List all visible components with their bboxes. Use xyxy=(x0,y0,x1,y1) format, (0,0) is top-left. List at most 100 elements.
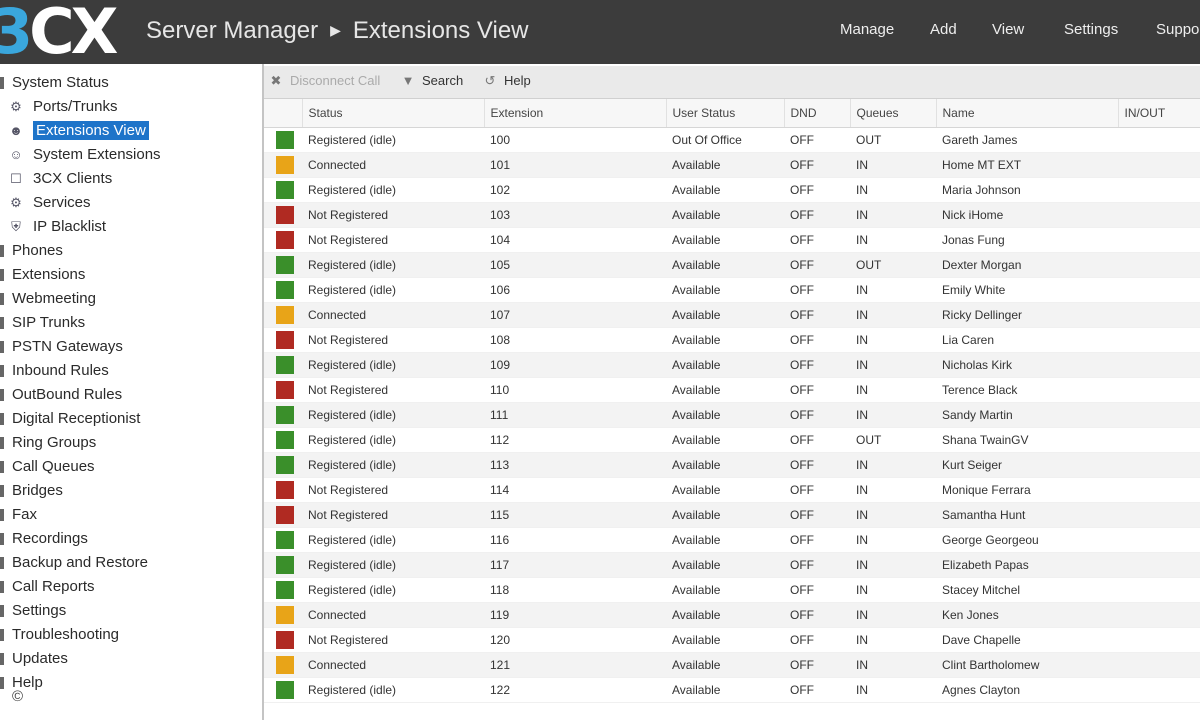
sidebar-item-fax[interactable]: Fax xyxy=(0,503,37,527)
dnd-cell: OFF xyxy=(784,377,850,403)
sidebar-item-updates[interactable]: Updates xyxy=(0,647,68,671)
table-row[interactable]: Connected 107 Available OFF IN Ricky Dellinge… xyxy=(264,302,1200,328)
table-row[interactable]: Registered (idle) 117 Available OFF IN Elizab… xyxy=(264,552,1200,578)
status-square-icon xyxy=(276,131,294,149)
sidebar-item-troubleshooting[interactable]: Troubleshooting xyxy=(0,623,119,647)
sidebar-item-3cx-clients[interactable]: ☐ 3CX Clients xyxy=(6,167,112,191)
sidebar-item-pstn-gateways[interactable]: PSTN Gateways xyxy=(0,335,123,359)
table-row[interactable]: Connected 101 Available OFF IN Home MT EXT xyxy=(264,152,1200,178)
sidebar-item-label: Webmeeting xyxy=(12,290,96,307)
logo-suffix: CX xyxy=(29,0,118,68)
name-cell: Monique Ferrara xyxy=(936,477,1118,503)
status-indicator-cell xyxy=(264,177,302,203)
sidebar-item-call-reports[interactable]: Call Reports xyxy=(0,575,95,599)
status-indicator-cell xyxy=(264,552,302,578)
sidebar-item-webmeeting[interactable]: Webmeeting xyxy=(0,287,96,311)
search-button[interactable]: ▼ Search xyxy=(400,73,464,88)
sidebar-item-extensions-view[interactable]: ☻ Extensions View xyxy=(6,119,149,143)
queues-cell: IN xyxy=(850,327,936,353)
menu-settings[interactable]: Settings xyxy=(1064,21,1118,38)
sidebar-item-extensions[interactable]: Extensions xyxy=(0,263,86,287)
status-square-icon xyxy=(276,531,294,549)
name-cell: Ken Jones xyxy=(936,602,1118,628)
user-status-cell: Available xyxy=(666,227,784,253)
table-row[interactable]: Not Registered 110 Available OFF IN Terence B… xyxy=(264,377,1200,403)
table-row[interactable]: Registered (idle) 122 Available OFF IN Agnes … xyxy=(264,677,1200,703)
sidebar-item-inbound-rules[interactable]: Inbound Rules xyxy=(0,359,109,383)
table-row[interactable]: Not Registered 120 Available OFF IN Dave Chap… xyxy=(264,627,1200,653)
table-row[interactable]: Not Registered 103 Available OFF IN Nick iHom… xyxy=(264,202,1200,228)
sidebar-item-recordings[interactable]: Recordings xyxy=(0,527,88,551)
sidebar-item-services[interactable]: ⚙ Services xyxy=(6,191,91,215)
sidebar-item-settings[interactable]: Settings xyxy=(0,599,67,623)
column-header-in-out[interactable]: IN/OUT xyxy=(1118,99,1200,128)
table-row[interactable]: Registered (idle) 116 Available OFF IN George… xyxy=(264,527,1200,553)
column-header-name[interactable]: Name xyxy=(936,99,1119,128)
table-row[interactable]: Registered (idle) 102 Available OFF IN Maria … xyxy=(264,177,1200,203)
sidebar-item-system-extensions[interactable]: ☺ System Extensions xyxy=(6,143,160,167)
sidebar-item-system-status[interactable]: System Status xyxy=(0,71,109,95)
extension-cell: 115 xyxy=(484,502,666,528)
column-header-indicator[interactable] xyxy=(264,99,303,128)
disconnect-call-button[interactable]: ✖ Disconnect Call xyxy=(268,73,381,89)
queues-cell: IN xyxy=(850,452,936,478)
dnd-cell: OFF xyxy=(784,252,850,278)
table-row[interactable]: Not Registered 108 Available OFF IN Lia Caren xyxy=(264,327,1200,353)
sidebar-item-call-queues[interactable]: Call Queues xyxy=(0,455,95,479)
column-header-dnd[interactable]: DND xyxy=(784,99,851,128)
column-header-extension[interactable]: Extension xyxy=(484,99,667,128)
name-cell: Dave Chapelle xyxy=(936,627,1118,653)
menu-view[interactable]: View xyxy=(992,21,1024,38)
dnd-cell: OFF xyxy=(784,627,850,653)
sidebar-item-ring-groups[interactable]: Ring Groups xyxy=(0,431,96,455)
table-row[interactable]: Registered (idle) 111 Available OFF IN Sandy … xyxy=(264,402,1200,428)
menu-add[interactable]: Add xyxy=(930,21,957,38)
table-row[interactable]: Connected 121 Available OFF IN Clint Bartholo… xyxy=(264,652,1200,678)
status-square-icon xyxy=(276,606,294,624)
table-row[interactable]: Connected 119 Available OFF IN Ken Jones xyxy=(264,602,1200,628)
table-row[interactable]: Registered (idle) 106 Available OFF IN Emily … xyxy=(264,277,1200,303)
status-square-icon xyxy=(276,456,294,474)
dnd-cell: OFF xyxy=(784,152,850,178)
sidebar-item-label: Settings xyxy=(12,602,67,619)
crumb-root[interactable]: Server Manager xyxy=(146,17,318,44)
help-button[interactable]: ↺ Help xyxy=(482,73,531,89)
column-header-user-status[interactable]: User Status xyxy=(666,99,785,128)
in-out-cell xyxy=(1118,177,1200,203)
sidebar-item-label: Extensions xyxy=(12,266,86,283)
status-square-icon xyxy=(276,156,294,174)
table-row[interactable]: Not Registered 115 Available OFF IN Samantha … xyxy=(264,502,1200,528)
name-cell: Agnes Clayton xyxy=(936,677,1118,703)
in-out-cell xyxy=(1118,352,1200,378)
table-row[interactable]: Registered (idle) 118 Available OFF IN Stacey… xyxy=(264,577,1200,603)
in-out-cell xyxy=(1118,152,1200,178)
table-row[interactable]: Registered (idle) 112 Available OFF OUT Shana… xyxy=(264,427,1200,453)
extension-cell: 118 xyxy=(484,577,666,603)
sidebar-item-label: Services xyxy=(33,194,91,211)
sidebar-item-sip-trunks[interactable]: SIP Trunks xyxy=(0,311,85,335)
extension-cell: 105 xyxy=(484,252,666,278)
user-status-cell: Available xyxy=(666,527,784,553)
sidebar-item-phones[interactable]: Phones xyxy=(0,239,63,263)
sidebar-item-bridges[interactable]: Bridges xyxy=(0,479,63,503)
sidebar-item-digital-receptionist[interactable]: Digital Receptionist xyxy=(0,407,140,431)
sidebar-item-ip-blacklist[interactable]: ⛨ IP Blacklist xyxy=(6,215,106,239)
table-row[interactable]: Not Registered 104 Available OFF IN Jonas Fun… xyxy=(264,227,1200,253)
sidebar-item-ports-trunks[interactable]: ⚙ Ports/Trunks xyxy=(6,95,117,119)
queues-cell: IN xyxy=(850,477,936,503)
sidebar-item-backup-and-restore[interactable]: Backup and Restore xyxy=(0,551,148,575)
extension-cell: 110 xyxy=(484,377,666,403)
column-header-status[interactable]: Status xyxy=(302,99,485,128)
table-row[interactable]: Registered (idle) 113 Available OFF IN Kurt S… xyxy=(264,452,1200,478)
table-row[interactable]: Registered (idle) 109 Available OFF IN Nichol… xyxy=(264,352,1200,378)
dnd-cell: OFF xyxy=(784,177,850,203)
menu-manage[interactable]: Manage xyxy=(840,21,894,38)
sidebar-item-outbound-rules[interactable]: OutBound Rules xyxy=(0,383,122,407)
table-row[interactable]: Not Registered 114 Available OFF IN Monique F… xyxy=(264,477,1200,503)
menu-support[interactable]: Support xyxy=(1156,21,1200,38)
table-row[interactable]: Registered (idle) 100 Out Of Office OFF OUT G… xyxy=(264,127,1200,153)
table-row[interactable]: Registered (idle) 105 Available OFF OUT Dexte… xyxy=(264,252,1200,278)
name-cell: Terence Black xyxy=(936,377,1118,403)
sidebar-item-label: Recordings xyxy=(12,530,88,547)
column-header-queues[interactable]: Queues xyxy=(850,99,937,128)
